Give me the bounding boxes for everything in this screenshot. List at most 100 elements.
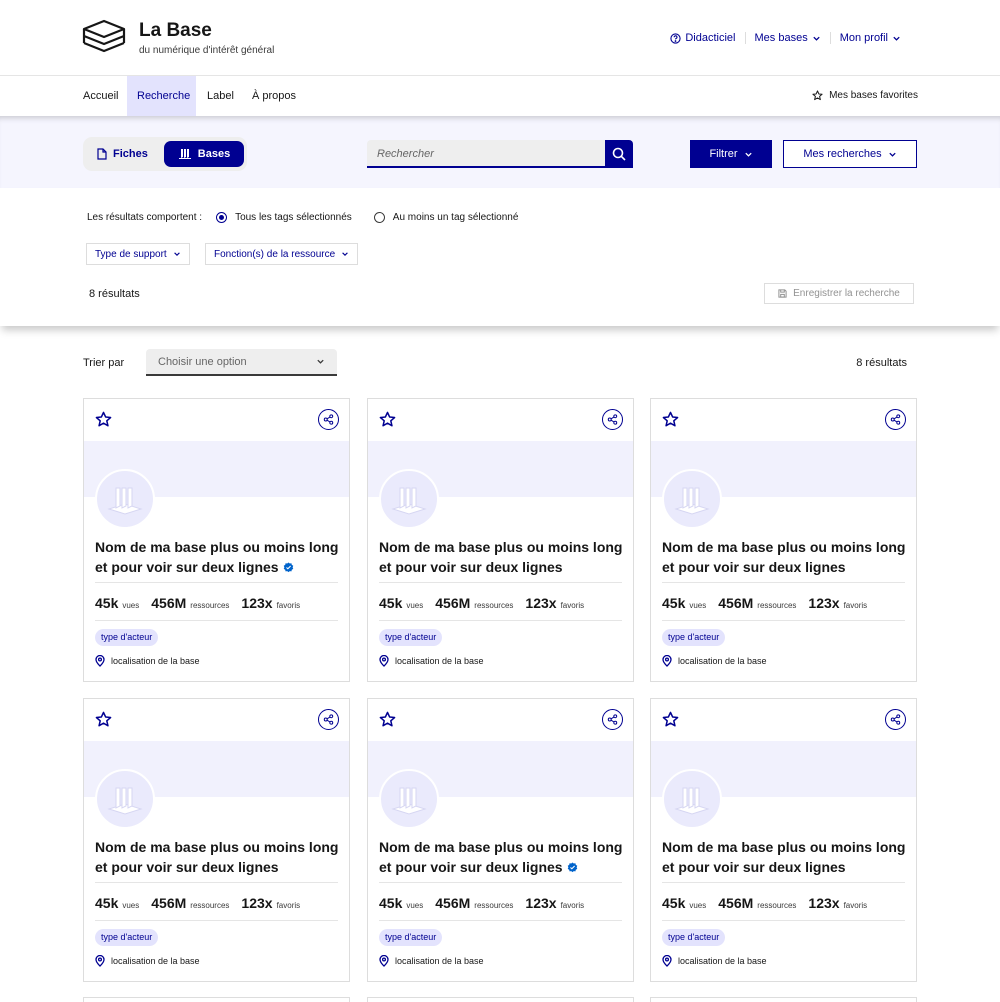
radio-any-tag[interactable] xyxy=(373,212,385,223)
card-title[interactable]: Nom de ma base plus ou moins long et pou… xyxy=(95,837,345,877)
toggle-fiches[interactable]: Fiches xyxy=(97,141,148,167)
resources-count: 456M xyxy=(151,595,187,611)
location-text: localisation de la base xyxy=(678,956,767,966)
favorite-star-icon[interactable] xyxy=(662,711,679,728)
card-title[interactable]: Nom de ma base plus ou moins long et pou… xyxy=(662,537,912,577)
radio-any-tag-label[interactable]: Au moins un tag sélectionné xyxy=(393,212,519,223)
actor-type-tag[interactable]: type d'acteur xyxy=(95,929,159,946)
views-count: 45k xyxy=(379,595,403,611)
share-button[interactable] xyxy=(885,709,906,730)
location-pin-icon xyxy=(379,955,389,967)
base-avatar xyxy=(662,769,722,829)
card-title[interactable]: Nom de ma base plus ou moins long et pou… xyxy=(379,537,629,577)
card-title[interactable]: Nom de ma base plus ou moins long et pou… xyxy=(95,537,345,577)
favorites-link[interactable]: Mes bases favorites xyxy=(812,90,918,101)
saved-searches-button[interactable]: Mes recherches xyxy=(783,140,917,168)
type-support-dropdown[interactable]: Type de support xyxy=(86,243,190,265)
divider xyxy=(662,620,905,621)
bases-icon xyxy=(391,487,427,515)
sort-select[interactable]: Choisir une option xyxy=(146,349,337,376)
views-unit: vues xyxy=(122,901,140,910)
bases-icon xyxy=(178,149,191,159)
base-card[interactable]: Nom de ma base plus ou moins long et pou… xyxy=(83,398,350,682)
nav-item-accueil[interactable]: Accueil xyxy=(73,76,128,116)
share-icon xyxy=(890,414,901,425)
search-icon xyxy=(612,147,626,161)
nav-item-a-propos[interactable]: À propos xyxy=(242,76,306,116)
card-location: localisation de la base xyxy=(379,955,484,967)
actor-type-tag[interactable]: type d'acteur xyxy=(662,929,726,946)
mes-bases-link[interactable]: Mes bases xyxy=(746,32,830,44)
radio-all-tags[interactable] xyxy=(216,212,228,223)
didacticiel-link[interactable]: Didacticiel xyxy=(661,32,744,44)
sort-select-placeholder: Choisir une option xyxy=(158,355,247,368)
sort-label: Trier par xyxy=(83,357,125,369)
filter-button[interactable]: Filtrer xyxy=(690,140,772,168)
card-location: localisation de la base xyxy=(662,655,767,667)
base-card[interactable]: Nom de ma base plus ou moins long et pou… xyxy=(367,698,634,982)
nav-item-recherche[interactable]: Recherche xyxy=(127,76,196,116)
base-card[interactable]: Nom de ma base plus ou moins long et pou… xyxy=(367,398,634,682)
divider xyxy=(379,920,622,921)
verified-badge-icon xyxy=(567,862,577,873)
share-button[interactable] xyxy=(602,409,623,430)
base-card[interactable]: Nom de ma base plus ou moins long et pou… xyxy=(650,398,917,682)
actor-type-tag[interactable]: type d'acteur xyxy=(379,929,443,946)
header-links: Didacticiel Mes bases Mon profil xyxy=(661,32,910,44)
radio-all-tags-label[interactable]: Tous les tags sélectionnés xyxy=(235,212,352,223)
location-text: localisation de la base xyxy=(111,956,200,966)
favorites-unit: favoris xyxy=(276,901,301,910)
base-card[interactable] xyxy=(650,997,917,1002)
share-button[interactable] xyxy=(602,709,623,730)
views-unit: vues xyxy=(122,601,140,610)
location-text: localisation de la base xyxy=(111,656,200,666)
fonction-ressource-dropdown[interactable]: Fonction(s) de la ressource xyxy=(205,243,359,265)
favorite-star-icon[interactable] xyxy=(95,411,112,428)
toggle-bases[interactable]: Bases xyxy=(164,141,244,167)
divider xyxy=(662,582,905,583)
resources-count: 456M xyxy=(435,595,471,611)
base-card[interactable]: Nom de ma base plus ou moins long et pou… xyxy=(83,698,350,982)
favorites-unit: favoris xyxy=(276,601,301,610)
actor-type-tag[interactable]: type d'acteur xyxy=(95,629,159,646)
nav-item-label[interactable]: Label xyxy=(197,76,244,116)
divider xyxy=(95,920,338,921)
share-button[interactable] xyxy=(318,709,339,730)
resources-unit: ressources xyxy=(757,901,797,910)
share-button[interactable] xyxy=(885,409,906,430)
share-icon xyxy=(607,414,618,425)
resources-unit: ressources xyxy=(474,901,514,910)
resources-count: 456M xyxy=(718,895,754,911)
location-text: localisation de la base xyxy=(678,656,767,666)
resources-count: 456M xyxy=(718,595,754,611)
favorite-star-icon[interactable] xyxy=(379,711,396,728)
didacticiel-label: Didacticiel xyxy=(685,32,736,44)
views-unit: vues xyxy=(406,601,424,610)
divider xyxy=(379,882,622,883)
logo-icon[interactable] xyxy=(82,18,126,58)
actor-type-tag[interactable]: type d'acteur xyxy=(662,629,726,646)
base-card[interactable] xyxy=(83,997,350,1002)
favorites-count: 123x xyxy=(241,895,273,911)
favorite-star-icon[interactable] xyxy=(95,711,112,728)
divider xyxy=(662,882,905,883)
filter-button-label: Filtrer xyxy=(709,148,738,160)
actor-type-tag[interactable]: type d'acteur xyxy=(379,629,443,646)
location-pin-icon xyxy=(379,655,389,667)
share-icon xyxy=(607,714,618,725)
verified-badge-icon xyxy=(283,562,293,573)
card-title[interactable]: Nom de ma base plus ou moins long et pou… xyxy=(662,837,912,877)
fonction-ressource-label: Fonction(s) de la ressource xyxy=(214,248,336,260)
search-input[interactable]: Rechercher xyxy=(367,140,605,168)
base-card[interactable] xyxy=(367,997,634,1002)
views-unit: vues xyxy=(406,901,424,910)
base-card[interactable]: Nom de ma base plus ou moins long et pou… xyxy=(650,698,917,982)
save-search-button[interactable]: Enregistrer la recherche xyxy=(764,283,914,304)
brand-title[interactable]: La Base xyxy=(139,20,212,42)
favorite-star-icon[interactable] xyxy=(662,411,679,428)
card-title[interactable]: Nom de ma base plus ou moins long et pou… xyxy=(379,837,629,877)
favorite-star-icon[interactable] xyxy=(379,411,396,428)
share-button[interactable] xyxy=(318,409,339,430)
search-button[interactable] xyxy=(605,140,633,168)
mon-profil-link[interactable]: Mon profil xyxy=(831,32,910,44)
